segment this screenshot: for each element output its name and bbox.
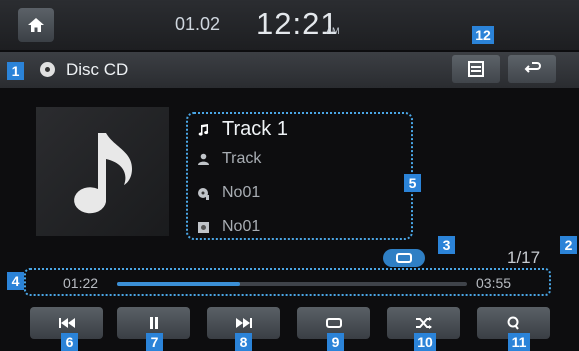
callout-10: 10 bbox=[414, 333, 436, 351]
time-display: 12:21 bbox=[256, 6, 339, 41]
back-button[interactable] bbox=[508, 55, 556, 83]
callout-7: 7 bbox=[146, 333, 163, 351]
home-icon bbox=[28, 18, 44, 32]
folder-row: No01 bbox=[196, 218, 260, 236]
track-title: Track 1 bbox=[222, 118, 288, 140]
search-icon bbox=[507, 316, 519, 330]
callout-3: 3 bbox=[438, 236, 455, 254]
person-icon bbox=[196, 152, 210, 166]
track-info-panel: Track 1 Track No01 No01 bbox=[186, 112, 413, 240]
ampm-indicator: AM bbox=[326, 26, 340, 36]
folder-icon bbox=[196, 220, 210, 234]
list-icon bbox=[468, 61, 484, 77]
music-note-icon bbox=[74, 133, 132, 214]
album-art bbox=[36, 107, 169, 236]
total-time: 03:55 bbox=[476, 275, 512, 291]
album-row: No01 bbox=[196, 184, 260, 202]
media-screen: 01.02 12:21 AM Disc CD Track 1 Track No0… bbox=[0, 0, 579, 351]
callout-4: 4 bbox=[7, 272, 24, 290]
date-display: 01.02 bbox=[175, 14, 221, 34]
list-button[interactable] bbox=[452, 55, 500, 83]
album-icon bbox=[196, 186, 210, 200]
callout-6: 6 bbox=[61, 333, 78, 351]
repeat-icon bbox=[325, 318, 342, 328]
callout-8: 8 bbox=[235, 333, 252, 351]
disc-icon bbox=[40, 62, 55, 77]
music-note-small-icon bbox=[196, 123, 210, 137]
repeat-icon bbox=[396, 253, 412, 263]
back-arrow-icon bbox=[524, 62, 541, 73]
pause-icon bbox=[149, 317, 158, 329]
album-name: No01 bbox=[222, 184, 261, 201]
skip-next-icon bbox=[235, 318, 252, 328]
callout-11: 11 bbox=[508, 333, 530, 351]
track-title-row: Track 1 bbox=[196, 118, 288, 141]
callout-1: 1 bbox=[7, 62, 24, 80]
artist-name: Track bbox=[222, 150, 262, 167]
source-label: Disc CD bbox=[66, 60, 129, 79]
elapsed-time: 01:22 bbox=[63, 275, 99, 291]
track-count: 1/17 bbox=[507, 248, 541, 267]
callout-12: 12 bbox=[472, 26, 494, 44]
callout-9: 9 bbox=[327, 333, 344, 351]
repeat-status-badge bbox=[383, 249, 425, 267]
progress-fill bbox=[117, 282, 240, 286]
progress-bar[interactable] bbox=[117, 282, 467, 286]
artist-row: Track bbox=[196, 150, 261, 168]
shuffle-icon bbox=[415, 317, 432, 329]
callout-2: 2 bbox=[560, 236, 577, 254]
skip-previous-icon bbox=[58, 318, 75, 328]
home-button[interactable] bbox=[18, 8, 54, 42]
folder-name: No01 bbox=[222, 218, 261, 235]
callout-5: 5 bbox=[404, 174, 421, 192]
